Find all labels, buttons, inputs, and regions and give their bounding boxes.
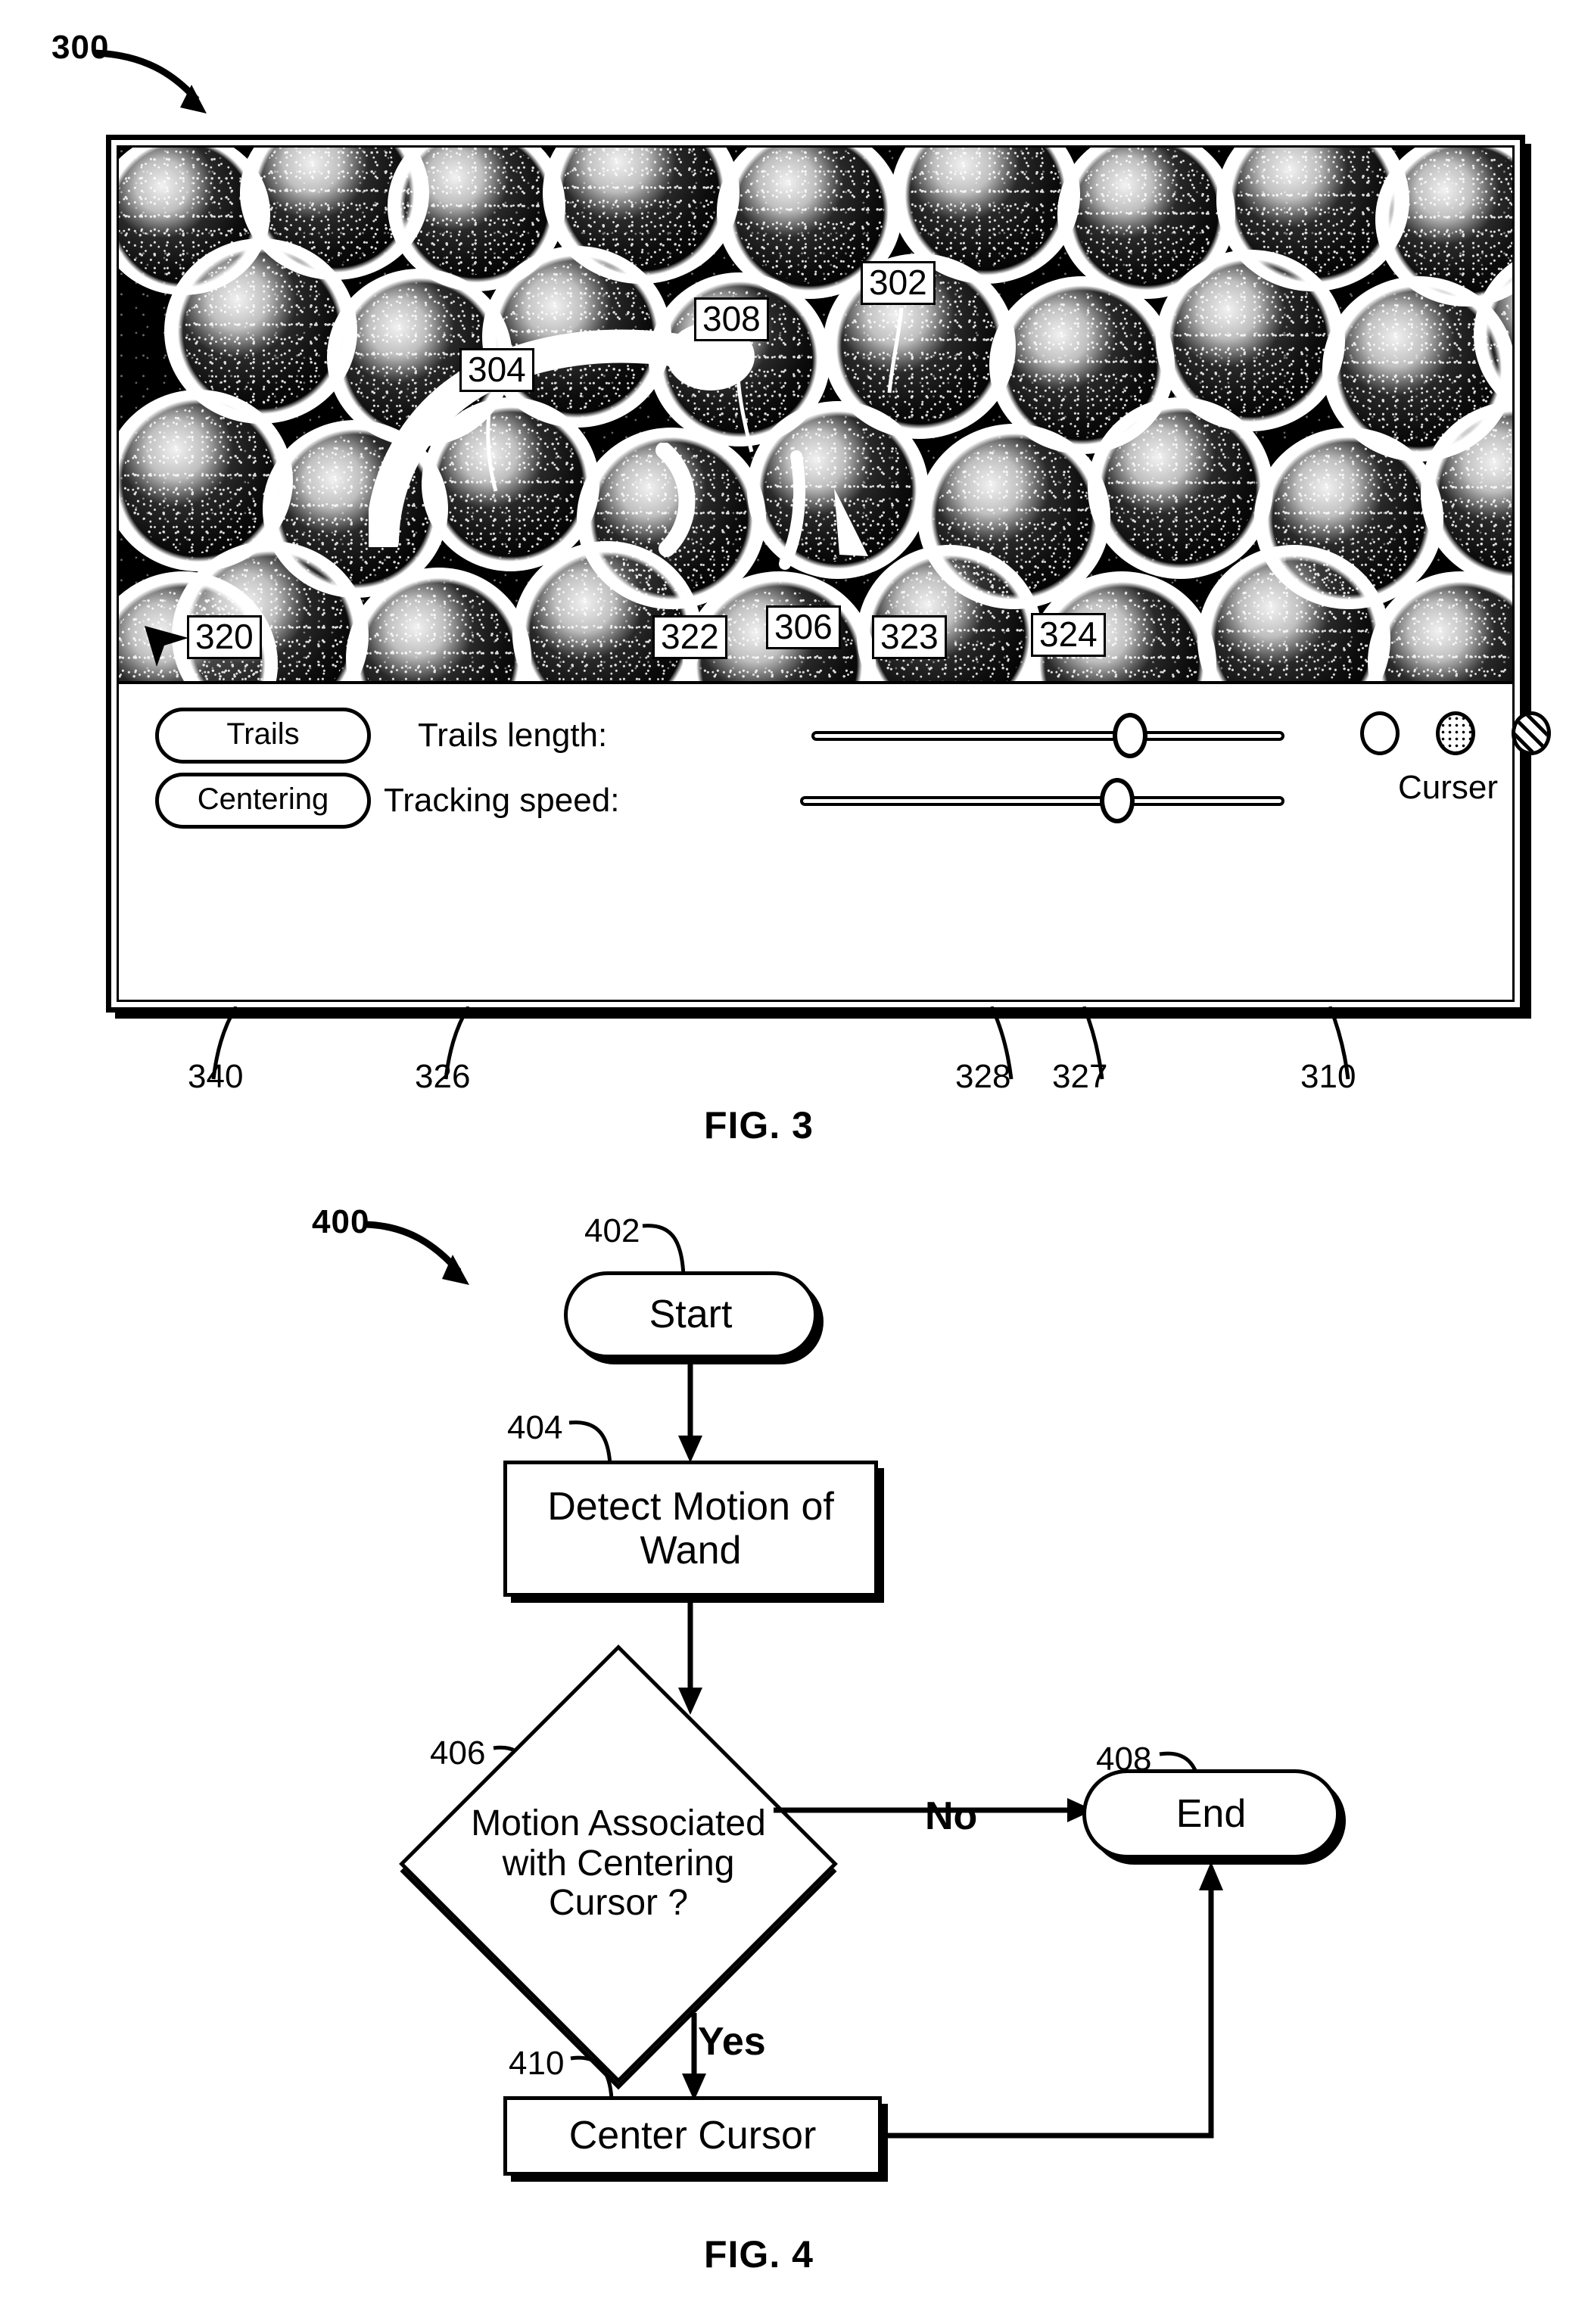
reference-410: 410 [509,2045,565,2082]
tracking-speed-label: Tracking speed: [384,782,620,819]
reference-302: 302 [861,261,936,306]
curser-group-label: Curser [1398,769,1499,806]
arrow-center-back-to-end [884,1862,1223,2139]
centering-control-row: Centering Tracking speed: [119,773,1512,829]
reference-327: 327 [1052,1058,1108,1095]
trails-length-slider-track[interactable] [811,731,1284,741]
branch-label-no: No [925,1794,978,1838]
cell-sphere [1088,397,1273,579]
image-highlight-streaks [655,443,868,570]
reference-320: 320 [187,615,262,660]
reference-308: 308 [694,297,769,342]
trails-length-slider[interactable] [811,711,1284,758]
figure-300-leader-arrow [94,49,207,114]
reference-326: 326 [415,1058,471,1095]
branch-label-yes: Yes [698,2020,766,2064]
reference-310: 310 [1300,1058,1356,1095]
reference-304: 304 [459,348,534,393]
trails-control-row: Trails Trails length: [119,708,1551,764]
reference-340: 340 [188,1058,244,1095]
reference-324: 324 [1031,613,1106,658]
trails-length-slider-knob[interactable] [1113,713,1147,758]
figure-400-leader-arrow [365,1221,469,1285]
trails-length-label: Trails length: [418,717,608,754]
control-panel-310: Trails Trails length: Centering Tracking… [119,681,1551,1000]
flow-node-detect-motion[interactable]: Detect Motion of Wand [503,1461,878,1597]
trails-button[interactable]: Trails [155,708,371,764]
device-window-inner-frame: 302 308 304 320 322 306 323 324 Trails T… [117,145,1551,1002]
reference-323: 323 [872,615,947,660]
cursor-style-plain-icon[interactable] [1360,711,1400,755]
reference-404: 404 [507,1409,563,1446]
figure-300-reference: 300 [51,29,110,66]
tracking-speed-slider-track[interactable] [800,796,1284,806]
cursor-style-dotted-icon[interactable] [1436,711,1475,755]
flow-node-decision-label: Motion Associated with Centering Cursor … [471,1803,766,1924]
flow-node-start[interactable]: Start [564,1271,817,1358]
reference-402: 402 [584,1212,640,1249]
reference-322: 322 [652,615,727,660]
hatch-pattern [1515,715,1547,751]
device-window-300: 302 308 304 320 322 306 323 324 Trails T… [106,135,1551,1013]
flow-node-center-cursor[interactable]: Center Cursor [503,2096,882,2176]
arrow-detect-to-decision [678,1595,702,1715]
microscopy-image-area[interactable]: 302 308 304 320 322 306 323 324 [119,148,1512,681]
arrow-start-to-detect [678,1357,702,1463]
figure-400-reference: 400 [312,1203,370,1240]
reference-306: 306 [766,605,841,650]
cursor-style-hatched-icon[interactable] [1512,711,1551,755]
flow-node-end[interactable]: End [1082,1769,1340,1859]
tracking-speed-slider-knob[interactable] [1100,778,1135,823]
centering-button[interactable]: Centering [155,773,371,829]
cell-sphere [422,397,599,571]
reference-328: 328 [955,1058,1011,1095]
figure-3-caption: FIG. 3 [704,1104,814,1146]
figure-4-caption: FIG. 4 [704,2233,814,2276]
tracking-speed-slider[interactable] [800,776,1284,823]
